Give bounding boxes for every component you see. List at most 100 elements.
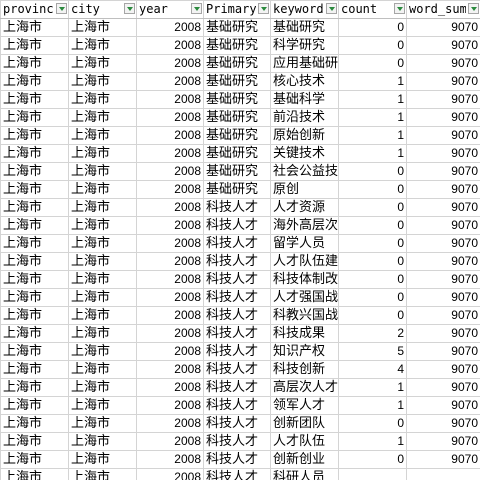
cell-year[interactable]: 2008: [136, 468, 204, 480]
column-header-word-sum[interactable]: word_sum: [406, 0, 480, 19]
cell-city[interactable]: 上海市: [68, 270, 137, 289]
cell-primary[interactable]: 科技人才: [203, 450, 271, 469]
cell-primary[interactable]: 科技人才: [203, 360, 271, 379]
cell-city[interactable]: 上海市: [68, 432, 137, 451]
cell-city[interactable]: 上海市: [68, 288, 137, 307]
cell-primary[interactable]: 科技人才: [203, 414, 271, 433]
cell-province[interactable]: 上海市: [0, 126, 69, 145]
cell-city[interactable]: 上海市: [68, 54, 137, 73]
cell-primary[interactable]: 科技人才: [203, 234, 271, 253]
cell-word-sum[interactable]: 9070: [406, 234, 480, 253]
cell-primary[interactable]: 基础研究: [203, 90, 271, 109]
cell-province[interactable]: 上海市: [0, 144, 69, 163]
cell-count[interactable]: [338, 468, 407, 480]
cell-keyword[interactable]: 科研人员: [270, 468, 339, 480]
cell-city[interactable]: 上海市: [68, 162, 137, 181]
cell-year[interactable]: 2008: [136, 144, 204, 163]
cell-primary[interactable]: 科技人才: [203, 378, 271, 397]
cell-city[interactable]: 上海市: [68, 198, 137, 217]
cell-word-sum[interactable]: 9070: [406, 432, 480, 451]
cell-city[interactable]: 上海市: [68, 216, 137, 235]
cell-year[interactable]: 2008: [136, 450, 204, 469]
cell-word-sum[interactable]: 9070: [406, 72, 480, 91]
cell-city[interactable]: 上海市: [68, 450, 137, 469]
cell-keyword[interactable]: 原始创新: [270, 126, 339, 145]
cell-keyword[interactable]: 核心技术: [270, 72, 339, 91]
cell-province[interactable]: 上海市: [0, 36, 69, 55]
filter-dropdown-icon[interactable]: [394, 3, 405, 14]
cell-year[interactable]: 2008: [136, 378, 204, 397]
cell-word-sum[interactable]: 9070: [406, 126, 480, 145]
cell-count[interactable]: 0: [338, 18, 407, 37]
cell-keyword[interactable]: 人才强国战略: [270, 288, 339, 307]
cell-year[interactable]: 2008: [136, 72, 204, 91]
cell-province[interactable]: 上海市: [0, 54, 69, 73]
cell-keyword[interactable]: 科技创新: [270, 360, 339, 379]
cell-keyword[interactable]: 人才队伍建设: [270, 252, 339, 271]
cell-count[interactable]: 4: [338, 360, 407, 379]
cell-primary[interactable]: 基础研究: [203, 72, 271, 91]
cell-word-sum[interactable]: 9070: [406, 108, 480, 127]
cell-primary[interactable]: 基础研究: [203, 108, 271, 127]
cell-count[interactable]: 0: [338, 216, 407, 235]
cell-keyword[interactable]: 知识产权: [270, 342, 339, 361]
cell-city[interactable]: 上海市: [68, 414, 137, 433]
cell-count[interactable]: 1: [338, 378, 407, 397]
cell-primary[interactable]: 基础研究: [203, 54, 271, 73]
cell-year[interactable]: 2008: [136, 108, 204, 127]
cell-primary[interactable]: 科技人才: [203, 306, 271, 325]
cell-province[interactable]: 上海市: [0, 108, 69, 127]
cell-province[interactable]: 上海市: [0, 360, 69, 379]
cell-province[interactable]: 上海市: [0, 162, 69, 181]
cell-year[interactable]: 2008: [136, 342, 204, 361]
cell-word-sum[interactable]: 9070: [406, 414, 480, 433]
cell-word-sum[interactable]: 9070: [406, 36, 480, 55]
cell-year[interactable]: 2008: [136, 234, 204, 253]
cell-province[interactable]: 上海市: [0, 306, 69, 325]
cell-province[interactable]: 上海市: [0, 270, 69, 289]
cell-primary[interactable]: 科技人才: [203, 324, 271, 343]
cell-city[interactable]: 上海市: [68, 18, 137, 37]
cell-word-sum[interactable]: 9070: [406, 180, 480, 199]
cell-year[interactable]: 2008: [136, 252, 204, 271]
cell-primary[interactable]: 科技人才: [203, 432, 271, 451]
cell-keyword[interactable]: 留学人员: [270, 234, 339, 253]
cell-word-sum[interactable]: 9070: [406, 324, 480, 343]
cell-primary[interactable]: 基础研究: [203, 144, 271, 163]
cell-year[interactable]: 2008: [136, 198, 204, 217]
cell-province[interactable]: 上海市: [0, 378, 69, 397]
cell-count[interactable]: 0: [338, 162, 407, 181]
cell-province[interactable]: 上海市: [0, 468, 69, 480]
cell-keyword[interactable]: 海外高层次: [270, 216, 339, 235]
cell-primary[interactable]: 科技人才: [203, 396, 271, 415]
cell-year[interactable]: 2008: [136, 306, 204, 325]
cell-count[interactable]: 1: [338, 72, 407, 91]
cell-count[interactable]: 1: [338, 126, 407, 145]
cell-count[interactable]: 1: [338, 396, 407, 415]
cell-keyword[interactable]: 创新团队: [270, 414, 339, 433]
cell-word-sum[interactable]: 9070: [406, 54, 480, 73]
cell-keyword[interactable]: 原创: [270, 180, 339, 199]
cell-word-sum[interactable]: 9070: [406, 216, 480, 235]
filter-dropdown-icon[interactable]: [468, 3, 479, 14]
cell-province[interactable]: 上海市: [0, 324, 69, 343]
cell-word-sum[interactable]: 9070: [406, 342, 480, 361]
column-header-primary[interactable]: Primary: [203, 0, 271, 19]
cell-primary[interactable]: 科技人才: [203, 252, 271, 271]
cell-province[interactable]: 上海市: [0, 72, 69, 91]
cell-count[interactable]: 0: [338, 252, 407, 271]
cell-province[interactable]: 上海市: [0, 252, 69, 271]
cell-year[interactable]: 2008: [136, 216, 204, 235]
cell-keyword[interactable]: 科教兴国战略: [270, 306, 339, 325]
cell-city[interactable]: 上海市: [68, 180, 137, 199]
cell-city[interactable]: 上海市: [68, 306, 137, 325]
cell-word-sum[interactable]: 9070: [406, 378, 480, 397]
column-header-year[interactable]: year: [136, 0, 204, 19]
cell-city[interactable]: 上海市: [68, 72, 137, 91]
cell-province[interactable]: 上海市: [0, 396, 69, 415]
cell-keyword[interactable]: 领军人才: [270, 396, 339, 415]
cell-province[interactable]: 上海市: [0, 432, 69, 451]
cell-primary[interactable]: 科技人才: [203, 468, 271, 480]
cell-year[interactable]: 2008: [136, 162, 204, 181]
cell-city[interactable]: 上海市: [68, 108, 137, 127]
